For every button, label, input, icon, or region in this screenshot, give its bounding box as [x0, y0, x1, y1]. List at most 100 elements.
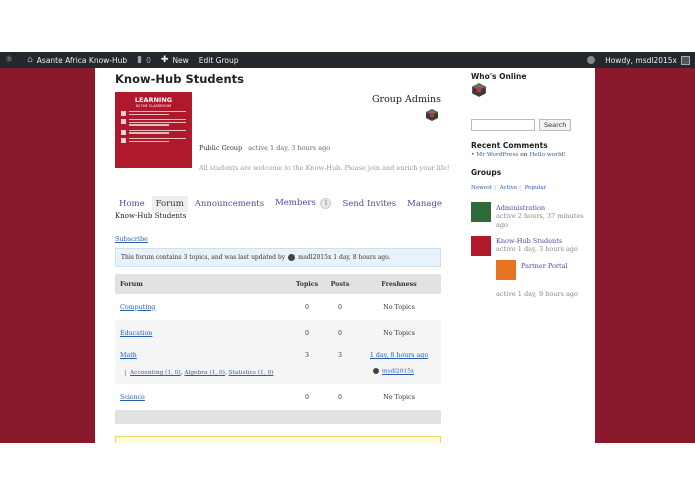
whos-online-title: Who's Online [471, 72, 527, 81]
admin-bar: ⚛ ⌂ Asante Africa Know-Hub ▮ 0 ✚ New Edi… [0, 52, 695, 68]
wordpress-logo-menu[interactable]: ⚛ [0, 52, 22, 68]
tab-members[interactable]: Members 1 [271, 195, 335, 212]
admin-avatar[interactable] [425, 108, 439, 122]
group-title: Know-Hub Students [115, 72, 244, 86]
new-label: New [172, 55, 189, 65]
header-freshness: Freshness [381, 280, 417, 288]
topics-count: 0 [304, 329, 309, 337]
tab-announcements[interactable]: Announcements [191, 196, 268, 212]
site-name-menu[interactable]: ⌂ Asante Africa Know-Hub [22, 52, 132, 68]
my-account-menu[interactable]: Howdy, msdl2015x [600, 52, 695, 68]
table-footer [115, 410, 441, 424]
top-margin [0, 0, 695, 52]
subforum-link[interactable]: Statistics (1, 0) [229, 370, 274, 376]
subscribe-link[interactable]: Subscribe [115, 235, 148, 243]
site-name: Asante Africa Know-Hub [36, 55, 128, 65]
header-topics: Topics [295, 280, 319, 288]
notifications-menu[interactable] [582, 52, 600, 68]
filter-popular[interactable]: Popular [525, 185, 547, 191]
comment-on: on [520, 152, 528, 158]
group-type: Public Group [199, 144, 243, 152]
bullet-icon: • [471, 152, 475, 158]
freshness: No Topics [383, 329, 415, 337]
sidebar: Who's Online Search Recent Comments • Mr… [471, 68, 595, 443]
avatar-bullet [121, 119, 186, 127]
forum-link[interactable]: Science [120, 394, 145, 401]
group-name-link[interactable]: Administration [496, 204, 595, 212]
tab-forum[interactable]: Forum [151, 195, 188, 212]
home-icon: ⌂ [27, 55, 33, 65]
comments-menu[interactable]: ▮ 0 [132, 52, 156, 68]
group-activity: active 1 day, 9 hours ago [496, 290, 578, 298]
edit-group-label: Edit Group [198, 55, 239, 65]
wordpress-icon: ⚛ [5, 55, 14, 65]
forum-link[interactable]: Math [120, 352, 137, 359]
forum-table: Forum Topics Posts Freshness Computing 0… [115, 274, 441, 424]
user-avatar-icon [288, 254, 296, 261]
info-user[interactable]: msdl2015x [298, 254, 331, 261]
forum-subnav-label: Know-Hub Students [115, 212, 187, 220]
group-item: Know-Hub Students active 1 day, 3 hours … [496, 237, 595, 254]
group-admins-label: Group Admins [371, 94, 441, 105]
forum-link[interactable]: Computing [120, 304, 155, 311]
group-avatar[interactable]: LEARNING IN THE CLASSROOM [115, 92, 192, 168]
online-user-avatar[interactable] [471, 82, 487, 98]
avatar-bullet [121, 111, 186, 116]
search-form: Search [471, 119, 572, 131]
table-row: Science 0 0 No Topics [115, 384, 441, 410]
tab-members-label: Members [275, 198, 316, 208]
group-name-link[interactable]: Know-Hub Students [496, 237, 595, 245]
subforum-list: Accounting (1, 0), Algebra (1, 0), Stati… [125, 370, 273, 376]
comment-post-link[interactable]: Hello world! [529, 152, 566, 158]
header-posts: Posts [330, 280, 350, 288]
author-link[interactable]: msdl2015x [382, 369, 414, 375]
table-row: Education 0 0 No Topics [115, 320, 441, 346]
tab-manage[interactable]: Manage [403, 196, 446, 212]
groups-filter: Newest | Active | Popular [471, 185, 547, 191]
group-activity: active 2 hours, 37 minutes ago [496, 212, 584, 229]
group-thumbnail[interactable] [471, 202, 491, 222]
tab-home[interactable]: Home [115, 196, 149, 212]
posts-count: 3 [337, 352, 342, 359]
topics-count: 0 [304, 393, 309, 401]
search-input[interactable] [471, 119, 535, 131]
page-bottom-margin [0, 443, 695, 494]
new-content-menu[interactable]: ✚ New [156, 52, 194, 68]
avatar-bullet [121, 138, 186, 144]
group-item: Administration active 2 hours, 37 minute… [496, 204, 595, 230]
table-row: Math 3 3 1 day, 8 hours ago Accounting (… [115, 346, 441, 384]
group-name-link[interactable]: Partner Portal [521, 262, 568, 270]
freshness-link[interactable]: 1 day, 8 hours ago [370, 352, 428, 359]
freshness: No Topics [383, 303, 415, 311]
posts-count: 0 [337, 329, 342, 337]
subforum-link[interactable]: Algebra (1, 0) [184, 370, 225, 376]
info-prefix: This forum contains 3 topics, and was la… [121, 254, 286, 261]
group-thumbnail[interactable] [471, 236, 491, 256]
freshness-author: msdl2015x [373, 368, 414, 375]
subforum-link[interactable]: Accounting (1, 0) [130, 370, 181, 376]
filter-newest[interactable]: Newest [471, 185, 492, 191]
topics-count: 3 [304, 352, 309, 359]
forum-link[interactable]: Education [120, 330, 152, 337]
group-avatar-title: LEARNING [134, 96, 173, 104]
members-count-badge: 1 [320, 198, 332, 209]
comments-count: 0 [146, 55, 151, 65]
search-button[interactable]: Search [539, 119, 572, 131]
posts-count: 0 [337, 303, 342, 311]
group-thumbnail[interactable] [496, 260, 516, 280]
group-activity: active 1 day, 3 hours ago [248, 144, 331, 152]
tab-send-invites[interactable]: Send Invites [338, 196, 400, 212]
group-activity: active 1 day, 3 hours ago [496, 245, 578, 253]
user-avatar-icon [373, 368, 379, 374]
group-item-activity: active 1 day, 9 hours ago [496, 290, 578, 299]
forum-info-notice: This forum contains 3 topics, and was la… [115, 248, 441, 267]
comment-author-link[interactable]: Mr WordPress [476, 152, 518, 158]
user-avatar [681, 55, 690, 65]
page-background-right [595, 68, 695, 443]
edit-group-menu[interactable]: Edit Group [194, 52, 244, 68]
recent-comment-item: • Mr WordPress on Hello world! [471, 152, 566, 158]
group-description: All students are welcome to the Know-Hub… [199, 164, 450, 172]
notification-badge-icon [587, 56, 596, 64]
filter-active[interactable]: Active [500, 185, 517, 191]
topics-count: 0 [304, 303, 309, 311]
